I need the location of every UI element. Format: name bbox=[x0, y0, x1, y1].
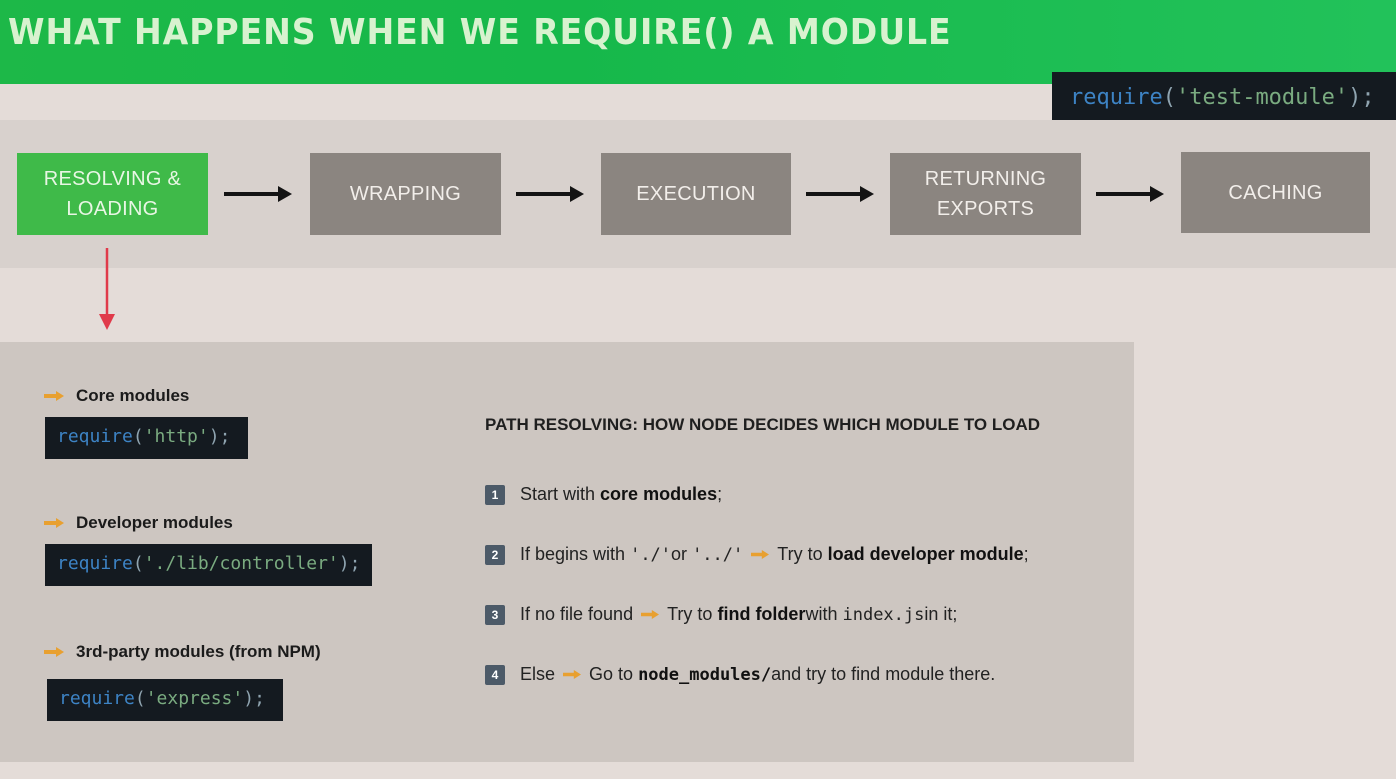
pointing-hand-icon bbox=[641, 610, 660, 619]
step-number-badge: 3 bbox=[485, 604, 505, 625]
stage-execution: EXECUTION bbox=[601, 153, 791, 235]
stage-returning-exports: RETURNING EXPORTS bbox=[890, 153, 1081, 235]
code-arg: 'test-module' bbox=[1175, 85, 1349, 110]
step-text: with bbox=[805, 604, 838, 624]
step-number-badge: 2 bbox=[485, 544, 505, 565]
right-arrow-icon bbox=[806, 186, 874, 202]
step-4: 4 Else Go to node_modules/ and try to fi… bbox=[485, 664, 995, 685]
module-type-third-party: 3rd-party modules (from NPM) bbox=[44, 642, 321, 662]
stage-label-line2: EXPORTS bbox=[936, 198, 1035, 220]
code-paren-open: ( bbox=[132, 426, 144, 447]
stage-label: WRAPPING bbox=[349, 183, 462, 205]
step-or: or bbox=[671, 544, 688, 564]
right-arrow-icon bbox=[1096, 186, 1164, 202]
down-arrow-icon bbox=[99, 248, 115, 330]
code-fn: require bbox=[1070, 85, 1163, 110]
step-text: If no file found bbox=[520, 604, 634, 624]
slide-title: WHAT HAPPENS WHEN WE REQUIRE() A MODULE bbox=[8, 12, 952, 53]
pointing-hand-icon bbox=[44, 391, 64, 401]
step-code: index.js bbox=[842, 604, 925, 625]
pointing-hand-icon bbox=[563, 670, 582, 679]
stage-label-line1: RESOLVING & bbox=[43, 168, 182, 190]
step-tail: and try to find module there. bbox=[771, 664, 996, 684]
pointing-hand-icon bbox=[751, 550, 770, 559]
code-arg: './lib/controller' bbox=[143, 553, 339, 574]
stage-wrapping: WRAPPING bbox=[310, 153, 501, 235]
step-number-badge: 4 bbox=[485, 664, 505, 685]
step-number-badge: 1 bbox=[485, 484, 505, 505]
step-3: 3 If no file found Try to find folder wi… bbox=[485, 604, 957, 625]
module-label: Core modules bbox=[76, 386, 190, 405]
module-type-developer: Developer modules bbox=[44, 513, 233, 533]
code-paren-close: ); bbox=[243, 688, 265, 709]
module-type-core: Core modules bbox=[44, 386, 189, 406]
pointing-hand-icon bbox=[44, 647, 64, 657]
step-text: Start with bbox=[520, 484, 596, 504]
step-bold: core modules bbox=[600, 484, 718, 504]
stage-label-line2: LOADING bbox=[66, 198, 159, 220]
code-fn: require bbox=[59, 688, 135, 709]
stage-caching: CACHING bbox=[1181, 152, 1370, 233]
step-code: './' bbox=[630, 544, 672, 565]
code-fn: require bbox=[57, 553, 133, 574]
step-text: If begins with bbox=[520, 544, 626, 564]
code-paren-close: ); bbox=[208, 426, 231, 447]
code-paren-close: ); bbox=[338, 553, 361, 574]
step-2: 2 If begins with './' or '../' Try to lo… bbox=[485, 544, 1029, 565]
code-paren-open: ( bbox=[1162, 85, 1176, 110]
step-tail: in it; bbox=[924, 604, 958, 624]
step-code: '../' bbox=[692, 544, 744, 565]
step-1: 1 Start with core modules; bbox=[485, 484, 722, 505]
stage-label-line1: RETURNING bbox=[924, 168, 1047, 190]
code-require-http: require('http'); bbox=[45, 417, 248, 459]
stage-label: CACHING bbox=[1228, 181, 1323, 204]
step-bold: load developer module bbox=[827, 544, 1024, 564]
code-paren-close: ); bbox=[1348, 85, 1375, 110]
path-resolving-heading: PATH RESOLVING: HOW NODE DECIDES WHICH M… bbox=[485, 415, 1041, 434]
code-fn: require bbox=[57, 426, 133, 447]
step-text: Try to bbox=[667, 604, 713, 624]
right-arrow-icon bbox=[516, 186, 584, 202]
code-arg: 'http' bbox=[143, 426, 209, 447]
step-text: Else bbox=[520, 664, 556, 684]
step-code: node_modules/ bbox=[638, 664, 772, 685]
stage-resolving-loading: RESOLVING & LOADING bbox=[17, 153, 208, 235]
stage-label: EXECUTION bbox=[636, 183, 756, 205]
code-arg: 'express' bbox=[145, 688, 244, 709]
step-text: Try to bbox=[777, 544, 823, 564]
code-require-express: require('express'); bbox=[47, 679, 283, 721]
code-paren-open: ( bbox=[132, 553, 144, 574]
pointing-hand-icon bbox=[44, 518, 64, 528]
step-tail: ; bbox=[1023, 544, 1029, 564]
right-arrow-icon bbox=[224, 186, 292, 202]
module-label: Developer modules bbox=[76, 513, 233, 532]
step-tail: ; bbox=[717, 484, 723, 504]
module-label: 3rd-party modules (from NPM) bbox=[76, 642, 321, 661]
step-bold: find folder bbox=[717, 604, 806, 624]
code-paren-open: ( bbox=[134, 688, 146, 709]
code-require-controller: require('./lib/controller'); bbox=[45, 544, 372, 586]
step-text: Go to bbox=[589, 664, 634, 684]
